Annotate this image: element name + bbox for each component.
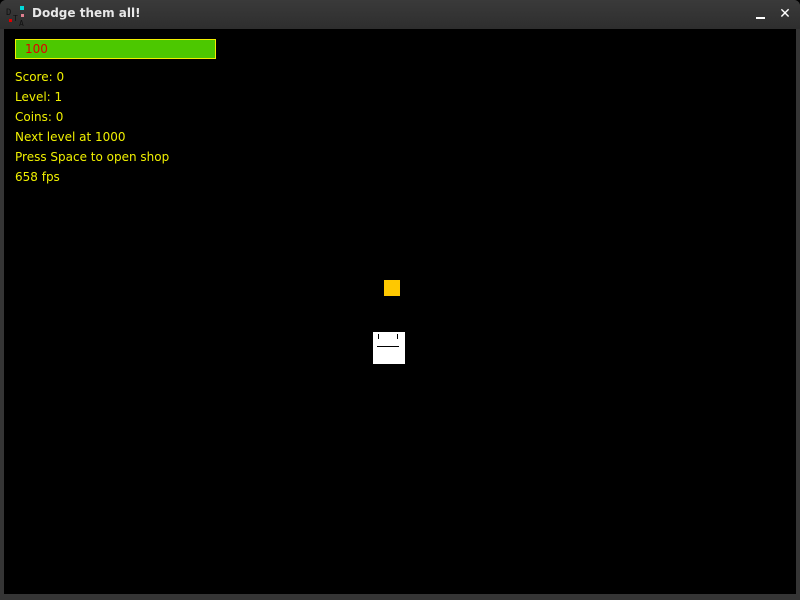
minimize-icon [756, 17, 765, 19]
game-window: D T A Dodge them all! ✕ 100 Score: 0 Lev… [0, 0, 800, 600]
game-canvas[interactable]: 100 Score: 0 Level: 1 Coins: 0 Next leve… [4, 29, 796, 594]
player [373, 332, 405, 364]
close-icon: ✕ [779, 6, 791, 22]
hud-stats: Score: 0 Level: 1 Coins: 0 Next level at… [15, 67, 169, 187]
player-right-eye [397, 334, 398, 339]
shop-hint-label: Press Space to open shop [15, 150, 170, 164]
level-label: Level: 1 [15, 90, 63, 104]
score-label: Score: 0 [15, 70, 65, 84]
title-bar[interactable]: D T A Dodge them all! ✕ [0, 0, 800, 29]
window-title: Dodge them all! [32, 6, 141, 20]
coin [384, 280, 400, 296]
health-bar: 100 [15, 39, 216, 59]
player-mouth [377, 346, 399, 347]
fps-counter: 658 fps [15, 170, 60, 184]
svg-text:D: D [6, 8, 11, 18]
next-level-label: Next level at 1000 [15, 130, 126, 144]
close-button[interactable]: ✕ [777, 6, 793, 22]
player-left-eye [378, 334, 379, 339]
health-value: 100 [25, 42, 48, 56]
svg-text:T: T [13, 14, 18, 23]
minimize-button[interactable] [753, 6, 769, 22]
svg-text:A: A [19, 19, 24, 26]
app-logo-icon: D T A [6, 6, 24, 26]
coins-label: Coins: 0 [15, 110, 64, 124]
